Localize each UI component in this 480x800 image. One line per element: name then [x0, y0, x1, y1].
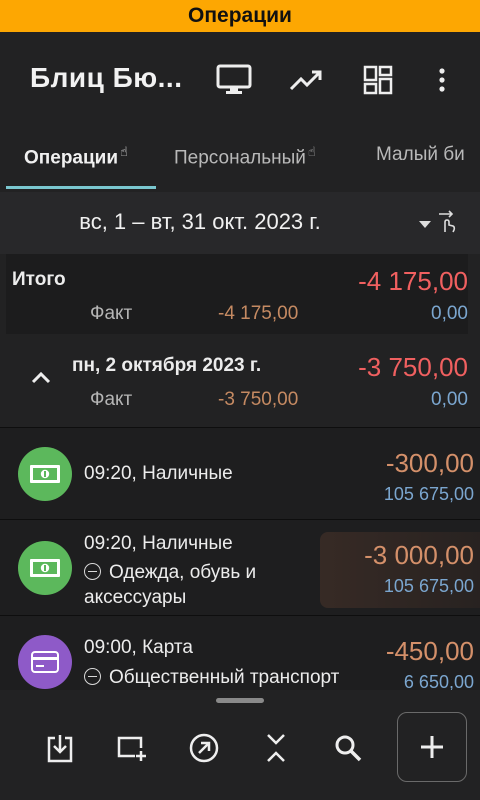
day-fact-label: Факт	[90, 389, 133, 410]
transaction-category: Одежда, обувь и	[109, 562, 257, 583]
monitor-icon[interactable]	[214, 60, 254, 100]
import-icon[interactable]	[40, 728, 80, 768]
transaction-category: Общественный транспорт	[109, 667, 340, 688]
add-icon	[421, 736, 443, 758]
transaction-amount: -3 000,00	[364, 540, 474, 570]
swipe-hand-icon[interactable]	[436, 210, 458, 239]
tab-operations[interactable]: Операции ☝	[24, 144, 128, 169]
tap-hand-icon: ☝	[307, 144, 316, 159]
app-bar: Блиц Бю...	[0, 32, 480, 128]
cash-icon	[18, 447, 72, 501]
drag-handle[interactable]	[216, 698, 264, 703]
dropdown-arrow-icon[interactable]	[418, 216, 432, 234]
transaction-row[interactable]: 09:20, Наличные -300,00 105 675,00	[0, 427, 480, 519]
tap-hand-icon: ☝	[120, 144, 128, 159]
transaction-amount: -450,00	[385, 636, 474, 666]
day-amount: -3 750,00	[358, 352, 468, 382]
day-date: пн, 2 октября 2023 г.	[72, 355, 262, 376]
total-summary: Итого -4 175,00 Факт -4 175,00 0,00	[6, 254, 468, 334]
period-selector[interactable]: вс, 1 – вт, 31 окт. 2023 г.	[0, 192, 480, 254]
cash-icon	[18, 541, 72, 595]
total-fact-value: -4 175,00	[218, 303, 299, 324]
minus-circle-icon	[84, 563, 101, 580]
transaction-row[interactable]: 09:20, Наличные Одежда, обувь и аксессуа…	[0, 519, 480, 615]
transaction-amount: -300,00	[385, 448, 474, 478]
tab-indicator	[6, 186, 156, 189]
screen-banner: Операции	[0, 0, 480, 32]
open-arrow-icon[interactable]	[184, 728, 224, 768]
tab-small-business[interactable]: Малый би	[376, 144, 465, 166]
collapse-icon[interactable]	[256, 728, 296, 768]
chevron-up-icon[interactable]	[30, 370, 52, 389]
more-vertical-icon[interactable]	[422, 60, 462, 100]
transaction-balance: 105 675,00	[383, 576, 474, 596]
trending-up-icon[interactable]	[286, 60, 326, 100]
app-title: Блиц Бю...	[30, 62, 183, 93]
transaction-title: 09:00, Карта	[84, 637, 193, 658]
transaction-category-cont: аксессуары	[84, 587, 187, 608]
add-window-icon[interactable]	[112, 728, 152, 768]
transaction-title: 09:20, Наличные	[84, 533, 233, 554]
day-plan-value: 0,00	[431, 389, 468, 410]
period-range: вс, 1 – вт, 31 окт. 2023 г.	[79, 209, 321, 234]
bottom-toolbar	[0, 690, 480, 800]
total-label: Итого	[12, 269, 66, 290]
tab-bar: Операции ☝ Персональный ☝ Малый би	[0, 128, 480, 192]
add-button[interactable]	[397, 712, 467, 782]
total-plan-value: 0,00	[431, 303, 468, 324]
tab-personal[interactable]: Персональный ☝	[174, 144, 316, 169]
transaction-title: 09:20, Наличные	[84, 463, 233, 484]
transaction-balance: 105 675,00	[383, 484, 474, 504]
minus-circle-icon	[84, 668, 101, 685]
total-fact-label: Факт	[90, 303, 133, 324]
search-icon[interactable]	[328, 728, 368, 768]
day-fact-value: -3 750,00	[218, 389, 299, 410]
transaction-row[interactable]: 09:00, Карта Общественный транспорт -450…	[0, 615, 480, 695]
dashboard-grid-icon[interactable]	[358, 60, 398, 100]
credit-card-icon	[18, 635, 72, 689]
day-group-header[interactable]: пн, 2 октября 2023 г. -3 750,00 Факт -3 …	[0, 334, 480, 426]
total-amount: -4 175,00	[358, 266, 468, 296]
